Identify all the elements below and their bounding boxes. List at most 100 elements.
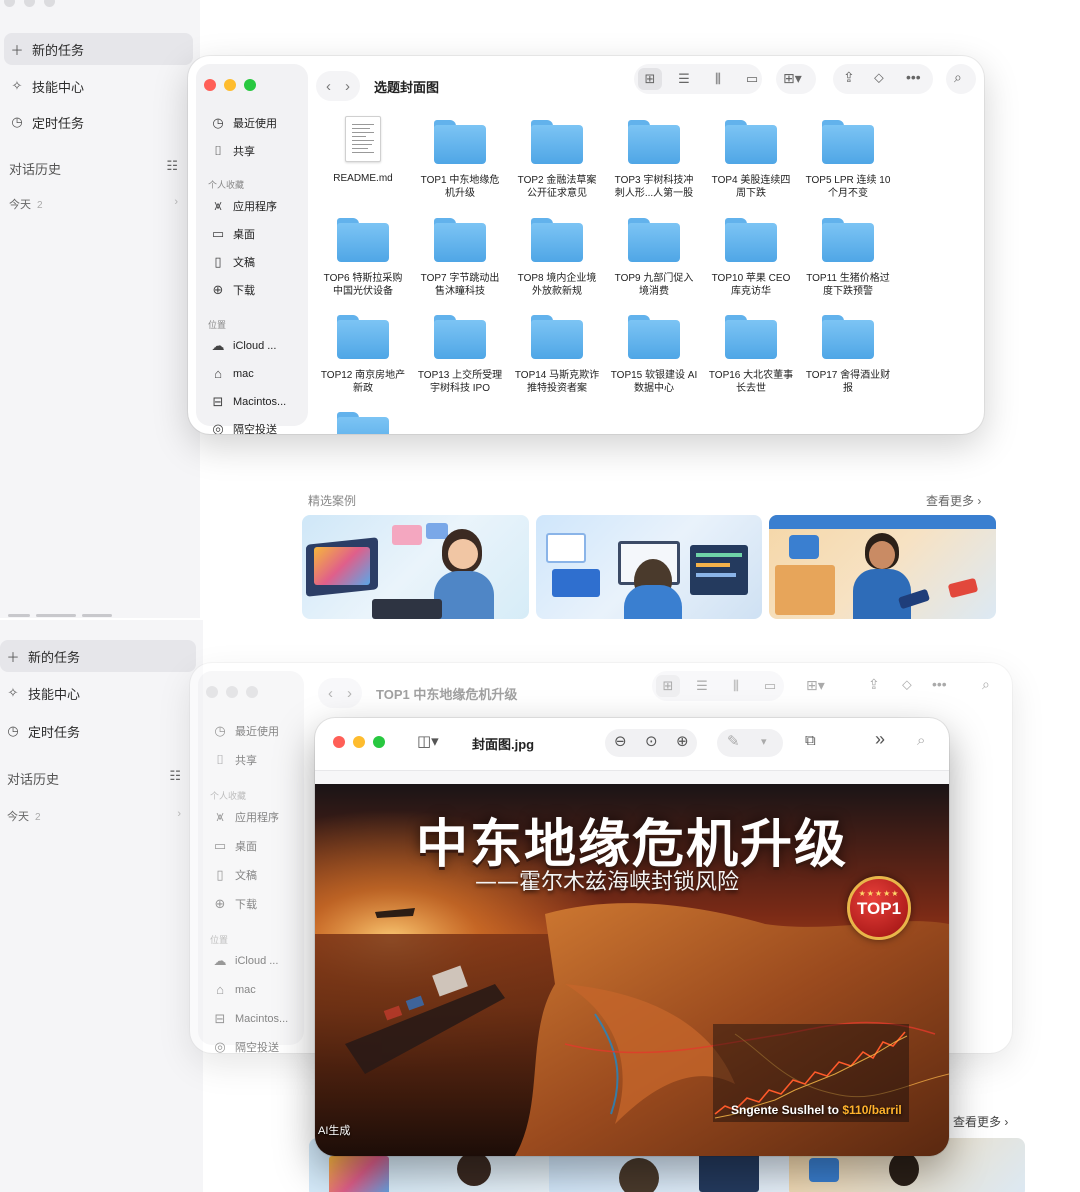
tag-icon[interactable]: ⬦	[874, 69, 884, 86]
sidebar-item-macintosh[interactable]: ⊟ Macintos...	[210, 1011, 289, 1027]
group-by-icon[interactable]: ⊞▾	[806, 677, 825, 694]
icon-view-icon[interactable]: ⊞	[656, 675, 680, 697]
folder-item[interactable]: TOP9 九部门促入 境消费	[608, 214, 700, 298]
search-icon[interactable]: ⌕	[982, 676, 990, 693]
list-view-icon[interactable]: ☰	[672, 68, 696, 90]
forward-icon[interactable]: ›	[347, 685, 352, 702]
chevron-right-icon[interactable]: ›	[177, 808, 181, 820]
zoom-button[interactable]	[244, 79, 256, 91]
file-readme[interactable]: README.md	[317, 116, 409, 185]
folder-item[interactable]: TOP3 宇树科技冲 刺人形...人第一股	[608, 116, 700, 200]
scheduled-tasks-button[interactable]: ◷ 定时任务	[0, 715, 189, 747]
folder-item[interactable]: TOP17 舍得酒业财报	[802, 311, 894, 395]
search-icon[interactable]: ⌕	[917, 732, 925, 749]
minimize-button[interactable]	[224, 79, 236, 91]
close-button[interactable]	[333, 736, 345, 748]
folder-item[interactable]: TOP12 南京房地产 新政	[317, 311, 409, 395]
sidebar-item-applications[interactable]: ⩙ 应用程序	[208, 198, 277, 214]
markup-pen-icon[interactable]: ✎	[727, 732, 740, 750]
sidebar-item-downloads[interactable]: ⊕ 下载	[208, 282, 255, 298]
new-task-button[interactable]: ＋ 新的任务	[4, 33, 193, 65]
featured-card-coder[interactable]	[536, 515, 762, 619]
sidebar-toggle-icon[interactable]: ◫▾	[417, 732, 439, 750]
sidebar-item-applications[interactable]: ⩙ 应用程序	[210, 809, 279, 825]
share-icon[interactable]: ⇪	[843, 69, 855, 86]
gallery-view-icon[interactable]: ▭	[740, 68, 764, 90]
overflow-chevron-icon[interactable]: »	[875, 729, 885, 750]
sidebar-item-macintosh[interactable]: ⊟ Macintos...	[208, 394, 287, 410]
zoom-out-icon[interactable]: ⊖	[614, 732, 627, 750]
today-group[interactable]: 今天 2	[7, 808, 41, 824]
tag-icon[interactable]: ⬦	[902, 676, 912, 693]
sidebar-item-documents[interactable]: ▯ 文稿	[208, 254, 255, 270]
folder-icon	[531, 218, 583, 262]
sidebar-item-desktop[interactable]: ▭ 桌面	[210, 838, 257, 854]
search-icon[interactable]: ⌕	[954, 69, 962, 86]
today-group[interactable]: 今天 2	[9, 196, 43, 212]
gallery-view-icon[interactable]: ▭	[758, 675, 782, 697]
sidebar-item-recents[interactable]: ◷ 最近使用	[208, 115, 277, 131]
close-button[interactable]	[206, 686, 218, 698]
sidebar-item-icloud[interactable]: ☁ iCloud ...	[208, 338, 277, 354]
sidebar-item-airdrop[interactable]: ◎ 隔空投送	[208, 421, 277, 434]
folder-item[interactable]: TOP6 特斯拉采购 中国光伏设备	[317, 214, 409, 298]
sidebar-item-downloads[interactable]: ⊕ 下载	[210, 896, 257, 912]
column-view-icon[interactable]: ⫼	[706, 68, 730, 90]
sidebar-item-mac[interactable]: ⌂ mac	[208, 366, 254, 381]
folder-item[interactable]: TOP11 生猪价格过 度下跌预警	[802, 214, 894, 298]
close-button[interactable]	[204, 79, 216, 91]
folder-item[interactable]: TOP7 字节跳动出 售沐瞳科技	[414, 214, 506, 298]
more-icon[interactable]: •••	[906, 69, 921, 85]
applications-icon: ⩙	[216, 809, 224, 824]
sidebar-item-recents[interactable]: ◷ 最近使用	[210, 723, 279, 739]
sidebar-item-icloud[interactable]: ☁ iCloud ...	[210, 953, 279, 969]
filter-icon[interactable]: ☷	[166, 158, 178, 174]
actual-size-icon[interactable]: ⊙	[645, 732, 658, 750]
featured-card-shop[interactable]	[769, 515, 996, 619]
sidebar-item-shared[interactable]: ⌷ 共享	[208, 143, 255, 159]
folder-item[interactable]: TOP2 金融法草案 公开征求意见	[511, 116, 603, 200]
sidebar-item-shared[interactable]: ⌷ 共享	[210, 752, 257, 768]
folder-item[interactable]: TOP5 LPR 连续 10 个月不变	[802, 116, 894, 200]
minimize-button[interactable]	[226, 686, 238, 698]
zoom-button[interactable]	[373, 736, 385, 748]
share-icon[interactable]: ⇪	[868, 676, 880, 693]
see-more-link[interactable]: 查看更多 ›	[926, 492, 981, 509]
sidebar-item-mac[interactable]: ⌂ mac	[210, 982, 256, 997]
sidebar-item-desktop[interactable]: ▭ 桌面	[208, 226, 255, 242]
new-task-button[interactable]: ＋ 新的任务	[0, 640, 196, 672]
scheduled-tasks-button[interactable]: ◷ 定时任务	[4, 106, 193, 138]
folder-item[interactable]: TOP1 中东地缘危 机升级	[414, 116, 506, 200]
zoom-in-icon[interactable]: ⊕	[676, 732, 689, 750]
folder-item[interactable]: TOP13 上交所受理 宇树科技 IPO	[414, 311, 506, 395]
folder-item[interactable]: TOP16 大北农董事 长去世	[705, 311, 797, 395]
zoom-button[interactable]	[246, 686, 258, 698]
folder-item-partial[interactable]	[317, 408, 409, 434]
folder-item[interactable]: TOP15 软银建设 AI 数据中心	[608, 311, 700, 395]
folder-item[interactable]: TOP14 马斯克欺诈 推特投资者案	[511, 311, 603, 395]
file-name-line2: 宇树科技 IPO	[429, 383, 490, 394]
featured-card-designer[interactable]	[302, 515, 529, 619]
chevron-right-icon[interactable]: ›	[174, 196, 178, 208]
sidebar-item-airdrop[interactable]: ◎ 隔空投送	[210, 1039, 279, 1053]
skills-center-button[interactable]: ✧ 技能中心	[4, 70, 193, 102]
folder-item[interactable]: TOP10 苹果 CEO 库克访华	[705, 214, 797, 298]
folder-item[interactable]: TOP4 美股连续四 周下跌	[705, 116, 797, 200]
group-by-icon[interactable]: ⊞▾	[783, 70, 802, 87]
back-icon[interactable]: ‹	[326, 78, 331, 95]
crop-icon[interactable]: ⧉	[805, 732, 816, 749]
markup-menu-chevron-icon[interactable]: ▾	[761, 735, 767, 748]
forward-icon[interactable]: ›	[345, 78, 350, 95]
filter-icon[interactable]: ☷	[169, 768, 181, 784]
minimize-button[interactable]	[353, 736, 365, 748]
column-view-icon[interactable]: ⫼	[724, 675, 748, 697]
skills-center-button[interactable]: ✧ 技能中心	[0, 677, 189, 709]
see-more-link[interactable]: 查看更多 ›	[953, 1113, 1008, 1130]
poster-subtitle: ——霍尔木兹海峡封锁风险	[475, 870, 740, 895]
sidebar-item-documents[interactable]: ▯ 文稿	[210, 867, 257, 883]
more-icon[interactable]: •••	[932, 676, 947, 692]
list-view-icon[interactable]: ☰	[690, 675, 714, 697]
icon-view-icon[interactable]: ⊞	[638, 68, 662, 90]
folder-item[interactable]: TOP8 境内企业境 外放款新规	[511, 214, 603, 298]
back-icon[interactable]: ‹	[328, 685, 333, 702]
